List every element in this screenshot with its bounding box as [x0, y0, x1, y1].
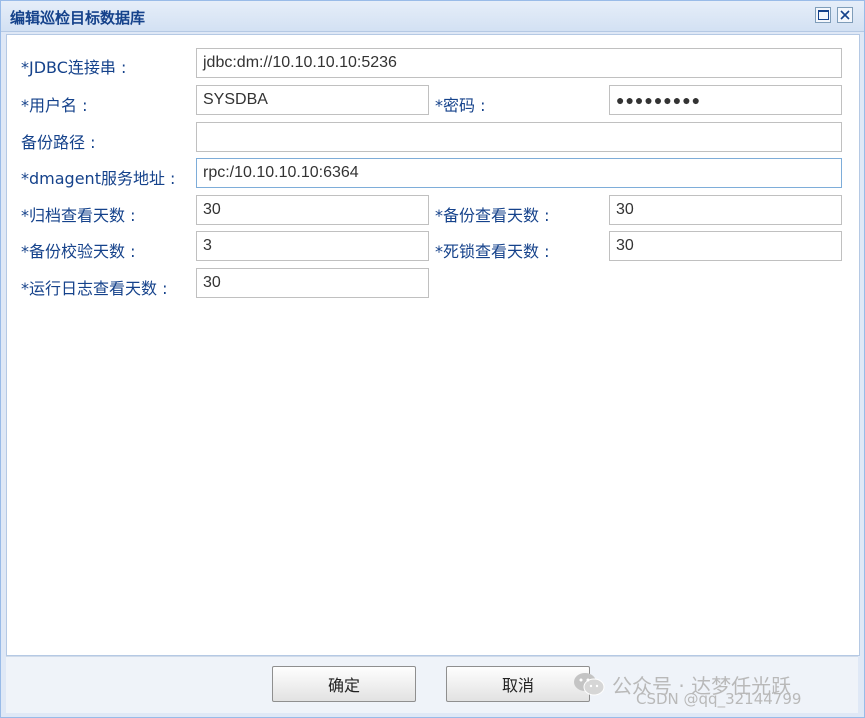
dialog-title: 编辑巡检目标数据库: [10, 9, 146, 27]
backup-verify-days-input[interactable]: 3: [196, 231, 429, 261]
dmagent-label: *dmagent服务地址 :: [21, 169, 176, 188]
archive-days-input[interactable]: 30: [196, 195, 429, 225]
deadlock-days-input[interactable]: 30: [609, 231, 842, 261]
username-input[interactable]: SYSDBA: [196, 85, 429, 115]
dmagent-input[interactable]: rpc:/10.10.10.10:6364: [196, 158, 842, 188]
maximize-button[interactable]: [815, 7, 831, 23]
title-bar: 编辑巡检目标数据库: [1, 1, 864, 32]
password-input[interactable]: ●●●●●●●●●: [609, 85, 842, 115]
runlog-days-input[interactable]: 30: [196, 268, 429, 298]
cancel-button[interactable]: 取消: [446, 666, 590, 702]
username-label: *用户名 :: [21, 96, 88, 115]
password-label: *密码 :: [435, 96, 486, 115]
backup-verify-days-label: *备份校验天数 :: [21, 242, 136, 261]
ok-button[interactable]: 确定: [272, 666, 416, 702]
form-body: *JDBC连接串 : jdbc:dm://10.10.10.10:5236 *用…: [6, 34, 860, 656]
watermark-line2: CSDN @qq_32144799: [636, 690, 802, 708]
edit-target-database-dialog: 编辑巡检目标数据库 *JDBC连接串 : jdbc:dm://10.10.10.…: [0, 0, 865, 718]
close-icon: [840, 10, 850, 20]
jdbc-input[interactable]: jdbc:dm://10.10.10.10:5236: [196, 48, 842, 78]
runlog-days-label: *运行日志查看天数 :: [21, 279, 168, 298]
close-button[interactable]: [837, 7, 853, 23]
maximize-icon: [817, 10, 829, 20]
jdbc-label: *JDBC连接串 :: [21, 58, 127, 77]
backup-path-label: 备份路径 :: [21, 133, 96, 152]
wechat-logo-icon: [574, 673, 605, 696]
deadlock-days-label: *死锁查看天数 :: [435, 242, 550, 261]
backup-view-days-label: *备份查看天数 :: [435, 206, 550, 225]
archive-days-label: *归档查看天数 :: [21, 206, 136, 225]
backup-view-days-input[interactable]: 30: [609, 195, 842, 225]
backup-path-input[interactable]: [196, 122, 842, 152]
